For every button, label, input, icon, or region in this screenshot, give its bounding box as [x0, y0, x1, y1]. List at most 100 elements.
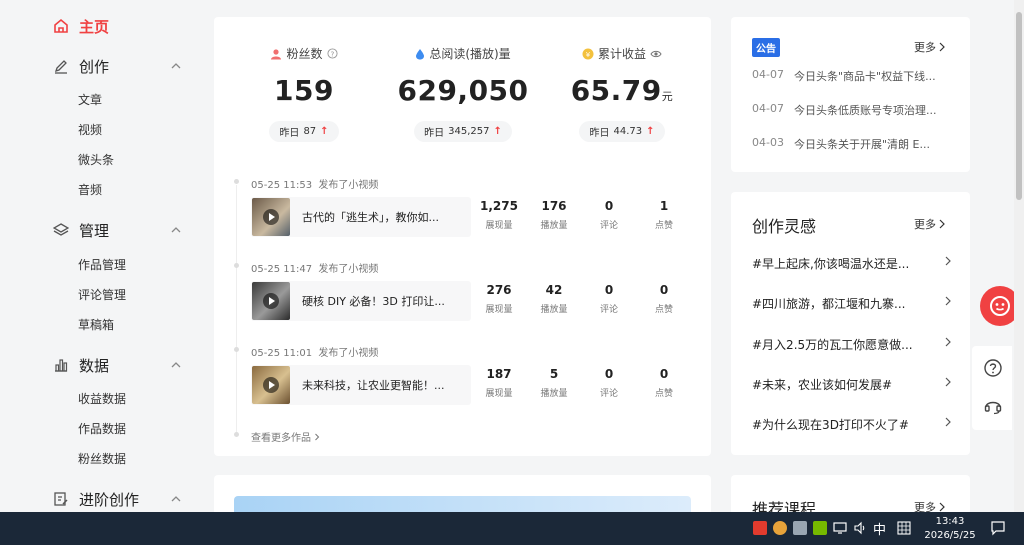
nav-micro[interactable]: 微头条	[78, 151, 114, 168]
nav-article[interactable]: 文章	[78, 91, 102, 108]
stat-revenue-number: 65.79	[570, 74, 662, 107]
metric-likes: 0 点赞	[639, 367, 689, 399]
chevron-right-icon	[939, 42, 945, 52]
nav-home[interactable]: 主页	[52, 13, 109, 39]
inspiration-item[interactable]: #未来，农业该如何发展#	[752, 376, 952, 396]
inspiration-item[interactable]: #早上起床,你该喝温水还是...	[752, 255, 952, 275]
taskbar	[0, 512, 1024, 545]
feed-item[interactable]: 未来科技，让农业更智能！...	[251, 365, 471, 405]
yesterday-label: 昨日	[589, 128, 610, 139]
nav-video[interactable]: 视频	[78, 121, 102, 138]
feed-meta: 05-25 11:01 发布了小视频	[251, 344, 378, 359]
headset-icon[interactable]	[983, 396, 1003, 416]
inspiration-more-link[interactable]: 更多	[914, 216, 946, 232]
network-icon[interactable]	[833, 521, 847, 535]
nav-create[interactable]: 创作	[52, 53, 181, 79]
inspiration-item[interactable]: #四川旅游，都江堰和九寨...	[752, 295, 952, 315]
nav-data-label: 数据	[79, 356, 110, 375]
inspiration-text: #为什么现在3D打印不火了#	[752, 418, 909, 432]
stat-revenue-value: 65.79元	[552, 74, 692, 107]
chevron-right-icon	[945, 417, 951, 427]
coin-icon: ¥	[582, 48, 594, 59]
nav-fans-data[interactable]: 粉丝数据	[78, 450, 126, 467]
eye-icon[interactable]	[650, 49, 662, 59]
side-toolbar	[972, 346, 1012, 430]
help-circle-icon[interactable]	[983, 358, 1003, 378]
metric-likes: 1 点赞	[639, 199, 689, 231]
bar-chart-icon	[52, 356, 70, 374]
metric-value: 276	[486, 283, 512, 297]
metric-label: 点赞	[654, 305, 673, 315]
feed-action: 发布了小视频	[318, 264, 379, 275]
feed-meta: 05-25 11:53 发布了小视频	[251, 176, 378, 191]
view-more-works-link[interactable]: 查看更多作品	[251, 429, 321, 444]
feed-item[interactable]: 古代的「逃生术」，教你如...	[251, 197, 471, 237]
notice-item[interactable]: 04-03 今日头条关于开展"清朗 E...	[752, 136, 930, 152]
feed-title: 古代的「逃生术」，教你如...	[302, 211, 439, 224]
nav-create-label: 创作	[79, 57, 110, 76]
video-thumbnail	[252, 366, 290, 404]
taskbar-clock[interactable]: 13:43 2026/5/25	[922, 515, 978, 543]
yesterday-label: 昨日	[279, 128, 300, 139]
nav-advanced[interactable]: 进阶创作	[52, 486, 181, 512]
metric-value: 0	[659, 367, 669, 381]
notice-date: 04-07	[752, 102, 784, 115]
help-icon[interactable]: ?	[326, 48, 338, 59]
chevron-up-icon	[171, 227, 181, 233]
stat-revenue-yesterday: 昨日 44.73 ↑	[579, 121, 665, 142]
nav-works-data[interactable]: 作品数据	[78, 420, 126, 437]
nav-revenue-data[interactable]: 收益数据	[78, 390, 126, 407]
clock-time: 13:43	[935, 516, 965, 527]
nav-comments[interactable]: 评论管理	[78, 286, 126, 303]
nav-drafts[interactable]: 草稿箱	[78, 316, 114, 333]
app-tray-icon[interactable]	[773, 521, 787, 535]
inspiration-text: #四川旅游，都江堰和九寨...	[752, 297, 906, 311]
notice-text: 今日头条关于开展"清朗 E...	[794, 138, 930, 151]
nvidia-tray-icon[interactable]	[813, 521, 827, 535]
pen-icon	[52, 57, 70, 75]
notification-icon[interactable]	[990, 520, 1006, 536]
more-label: 更多	[914, 41, 936, 54]
notice-item[interactable]: 04-07 今日头条低质账号专项治理...	[752, 102, 937, 118]
scrollbar-thumb[interactable]	[1016, 12, 1022, 200]
inspiration-item[interactable]: #月入2.5万的瓦工你愿意做...	[752, 336, 952, 356]
feed-time: 05-25 11:47	[251, 264, 313, 275]
keyboard-grid-icon[interactable]	[897, 521, 911, 535]
feed-time: 05-25 11:53	[251, 180, 313, 191]
metric-label: 播放量	[540, 389, 568, 399]
up-arrow-icon: ↑	[320, 126, 329, 137]
stat-reads-yesterday: 昨日 345,257 ↑	[414, 121, 512, 142]
nav-advanced-label: 进阶创作	[79, 490, 140, 509]
nav-audio[interactable]: 音频	[78, 181, 102, 198]
metric-label: 评论	[599, 389, 618, 399]
page-scrollbar[interactable]	[1014, 0, 1024, 512]
yesterday-value: 44.73	[613, 126, 643, 137]
inspiration-text: #早上起床,你该喝温水还是...	[752, 257, 910, 271]
nav-works[interactable]: 作品管理	[78, 256, 126, 273]
stat-revenue-unit: 元	[661, 90, 674, 103]
chevron-right-icon	[945, 256, 951, 266]
chevron-right-icon	[945, 337, 951, 347]
metric-value: 5	[549, 367, 559, 381]
yesterday-value: 345,257	[448, 126, 490, 137]
feed-item[interactable]: 硬核 DIY 必备！3D 打印让...	[251, 281, 471, 321]
timeline-line	[236, 185, 237, 433]
nav-manage[interactable]: 管理	[52, 217, 181, 243]
play-icon	[263, 293, 279, 309]
metric-value: 42	[545, 283, 563, 297]
metric-label: 点赞	[654, 221, 673, 231]
volume-icon[interactable]	[853, 521, 867, 535]
antivirus-tray-icon[interactable]	[753, 521, 767, 535]
stat-fans-label: 粉丝数	[286, 47, 323, 61]
user-tray-icon[interactable]	[793, 521, 807, 535]
metric-value: 0	[659, 283, 669, 297]
metric-value: 1	[659, 199, 669, 213]
notice-more-link[interactable]: 更多	[914, 39, 946, 55]
video-thumbnail	[252, 198, 290, 236]
notice-item[interactable]: 04-07 今日头条"商品卡"权益下线...	[752, 68, 936, 84]
nav-data[interactable]: 数据	[52, 352, 181, 378]
inspiration-item[interactable]: #为什么现在3D打印不火了#	[752, 416, 952, 436]
notice-badge: 公告	[752, 38, 780, 57]
metric-label: 点赞	[654, 389, 673, 399]
ime-indicator[interactable]: 中	[873, 519, 886, 538]
